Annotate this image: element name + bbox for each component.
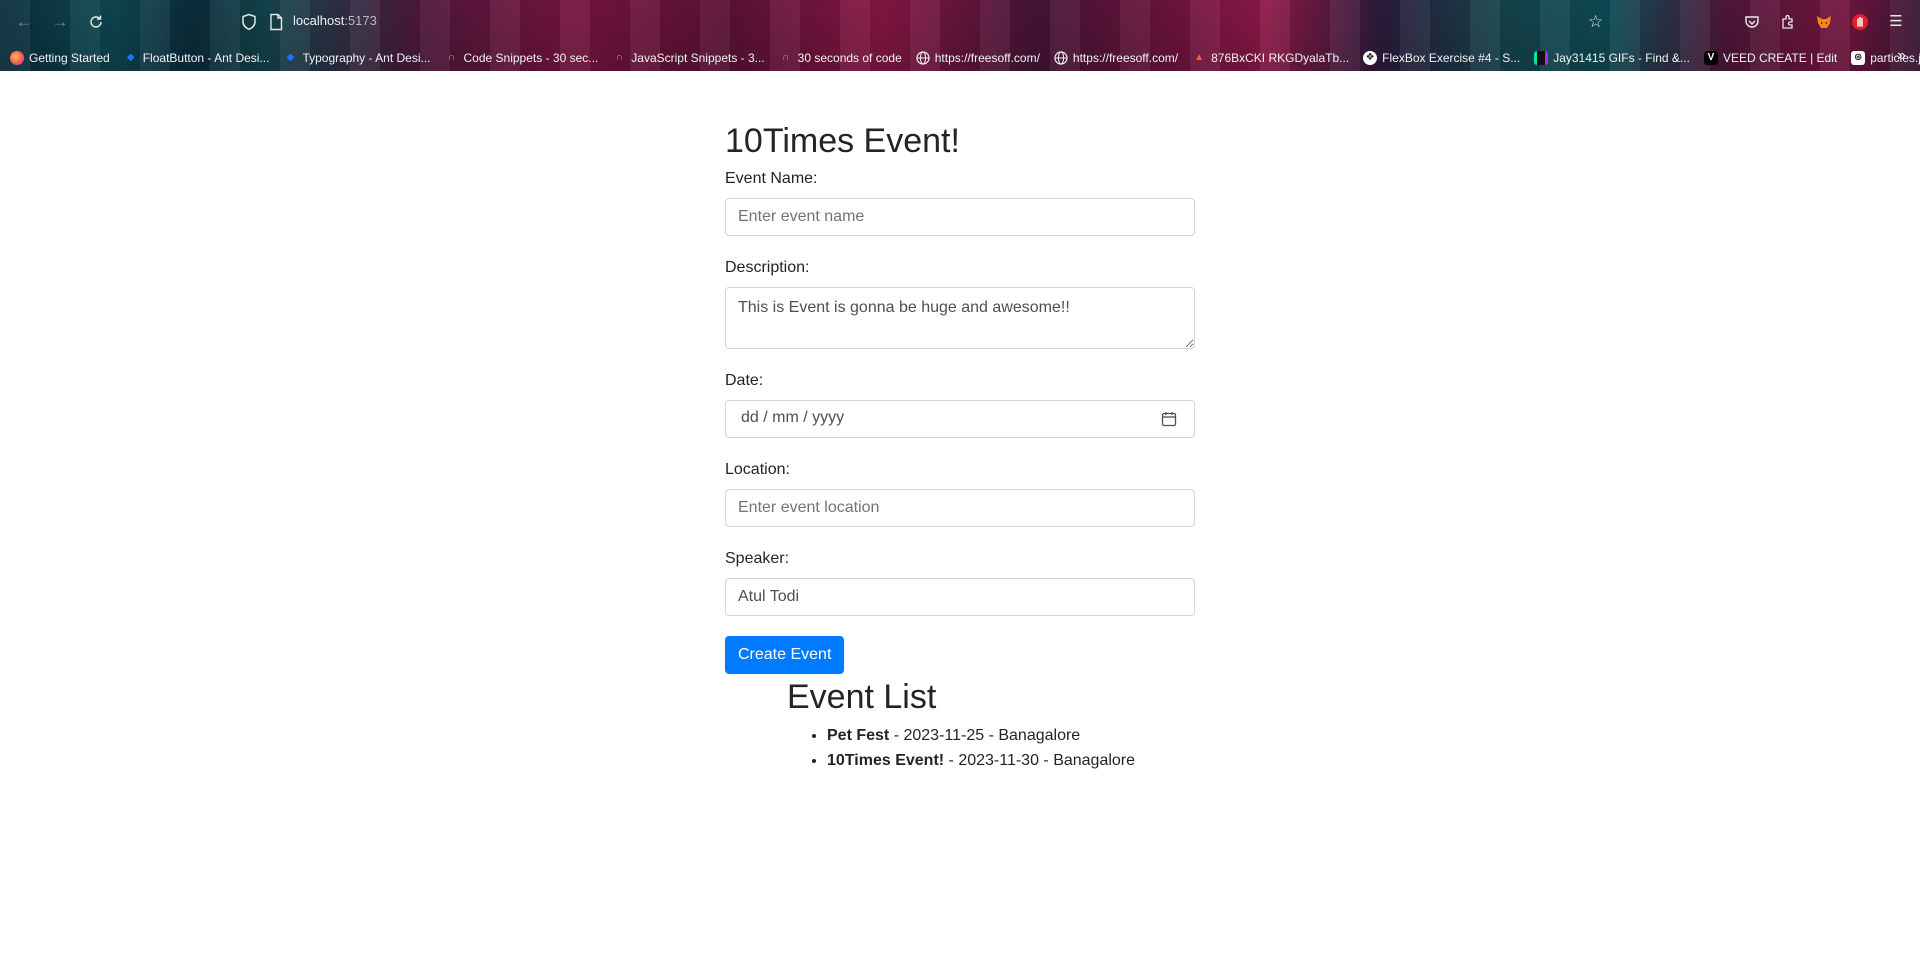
bookmark-label: JavaScript Snippets - 3... <box>631 50 765 65</box>
bookmark-item[interactable]: ◆ Typography - Ant Desi... <box>283 48 431 68</box>
bookmark-item[interactable]: https://freesoff.com/ <box>916 48 1040 68</box>
bookmark-label: FlexBox Exercise #4 - S... <box>1382 50 1521 65</box>
bookmark-label: Code Snippets - 30 sec... <box>463 50 599 65</box>
location-input[interactable] <box>725 489 1195 527</box>
app-menu-icon[interactable]: ☰ <box>1884 10 1908 34</box>
address-bar[interactable]: localhost:5173 <box>232 8 1612 36</box>
page-info-icon[interactable] <box>268 13 284 31</box>
event-list-title: Event List <box>787 678 937 716</box>
bookmark-label: Typography - Ant Desi... <box>302 50 431 65</box>
bookmark-label: particles.js <box>1870 50 1920 65</box>
date-input[interactable]: dd / mm / yyyy <box>725 400 1195 438</box>
bookmark-star-icon[interactable]: ☆ <box>1588 10 1603 34</box>
event-form-container: 10Times Event! Event Name: Description: … <box>725 71 1195 773</box>
description-textarea[interactable]: This is Event is gonna be huge and aweso… <box>725 287 1195 349</box>
location-label: Location: <box>725 461 790 478</box>
bookmarks-overflow-chevron-icon[interactable]: » <box>1897 47 1906 65</box>
event-item-name: Pet Fest <box>827 727 890 744</box>
event-list-section: Event List Pet Fest - 2023-11-25 - Banag… <box>787 677 1195 773</box>
event-item-name: 10Times Event! <box>827 752 945 769</box>
event-item-details: - 2023-11-25 - Banagalore <box>889 727 1081 744</box>
description-label: Description: <box>725 259 810 276</box>
bookmark-item[interactable]: ∩ JavaScript Snippets - 3... <box>612 48 765 68</box>
event-list: Pet Fest - 2023-11-25 - Banagalore 10Tim… <box>787 723 1195 773</box>
bookmark-item[interactable]: ∩ 30 seconds of code <box>779 48 902 68</box>
bookmark-item[interactable]: Jay31415 GIFs - Find &... <box>1534 48 1690 68</box>
page-title: 10Times Event! <box>725 122 960 160</box>
date-placeholder: dd / mm / yyyy <box>741 409 845 426</box>
metamask-fox-icon[interactable] <box>1812 10 1836 34</box>
firefox-icon <box>10 50 24 65</box>
speaker-input[interactable] <box>725 578 1195 616</box>
ant-design-icon: ◆ <box>126 51 135 63</box>
bookmark-label: FloatButton - Ant Desi... <box>142 50 270 65</box>
calendar-icon[interactable] <box>1161 411 1177 427</box>
particles-icon: ⊛ <box>1851 50 1866 65</box>
code-icon: ∩ <box>782 51 790 63</box>
bookmark-item[interactable]: ◆ FloatButton - Ant Desi... <box>124 48 270 68</box>
giphy-icon <box>1534 50 1549 65</box>
bookmark-item[interactable]: https://freesoff.com/ <box>1054 48 1178 68</box>
url-host: localhost <box>293 13 345 28</box>
event-item-details: - 2023-11-30 - Banagalore <box>944 752 1136 769</box>
bookmark-label: https://freesoff.com/ <box>1072 50 1179 65</box>
code-icon: ∩ <box>615 51 623 63</box>
back-arrow-icon[interactable]: ← <box>12 10 36 34</box>
bookmarks-bar: Getting Started ◆ FloatButton - Ant Desi… <box>0 44 1920 71</box>
bookmark-item[interactable]: ▲ 876BxCKI RKGDyalaTb... <box>1192 48 1349 68</box>
bookmark-label: Getting Started <box>29 50 110 65</box>
bookmark-label: 876BxCKI RKGDyalaTb... <box>1211 50 1350 65</box>
event-name-label: Event Name: <box>725 170 818 187</box>
globe-icon <box>916 50 930 65</box>
bookmark-label: Jay31415 GIFs - Find &... <box>1553 50 1690 65</box>
flexbox-icon: ❖ <box>1363 50 1378 65</box>
list-item: Pet Fest - 2023-11-25 - Banagalore <box>827 723 1195 748</box>
reload-icon[interactable] <box>84 10 108 34</box>
create-event-button[interactable]: Create Event <box>725 636 845 674</box>
veed-icon: V <box>1703 50 1718 65</box>
bookmark-label: https://freesoff.com/ <box>934 50 1040 65</box>
url-text[interactable]: localhost:5173 <box>293 13 377 28</box>
bookmark-item[interactable]: ⊛ particles.js <box>1851 48 1920 68</box>
location-group: Location: <box>725 460 1195 527</box>
forward-arrow-icon[interactable]: → <box>48 10 72 34</box>
bookmark-item[interactable]: V VEED CREATE | Edit <box>1703 48 1838 68</box>
globe-icon <box>1054 50 1068 65</box>
date-label: Date: <box>725 372 764 389</box>
hand-extension-icon[interactable] <box>1848 10 1872 34</box>
bookmark-label: VEED CREATE | Edit <box>1722 50 1838 65</box>
speaker-label: Speaker: <box>725 550 790 567</box>
code-icon: ∩ <box>447 51 456 63</box>
tracking-shield-icon[interactable] <box>240 13 258 31</box>
event-name-input[interactable] <box>725 198 1195 236</box>
date-group: Date: dd / mm / yyyy <box>725 371 1195 438</box>
speaker-group: Speaker: <box>725 549 1195 616</box>
bookmark-item[interactable]: ❖ FlexBox Exercise #4 - S... <box>1363 48 1520 68</box>
pocket-icon[interactable] <box>1740 10 1764 34</box>
extensions-icon[interactable] <box>1776 10 1800 34</box>
description-group: Description: This is Event is gonna be h… <box>725 258 1195 349</box>
fire-icon: ▲ <box>1194 51 1205 63</box>
event-name-group: Event Name: <box>725 169 1195 236</box>
browser-chrome: ← → localhost:5173 ☆ ☰ Getting Started ◆… <box>0 0 1920 71</box>
url-port: :5173 <box>344 13 377 28</box>
bookmark-item[interactable]: ∩ Code Snippets - 30 sec... <box>445 48 599 68</box>
browser-toolbar: ← → localhost:5173 ☆ ☰ <box>0 0 1920 44</box>
ant-design-icon: ◆ <box>286 51 295 63</box>
bookmark-item[interactable]: Getting Started <box>10 48 110 68</box>
bookmark-label: 30 seconds of code <box>797 50 902 65</box>
list-item: 10Times Event! - 2023-11-30 - Banagalore <box>827 748 1195 773</box>
